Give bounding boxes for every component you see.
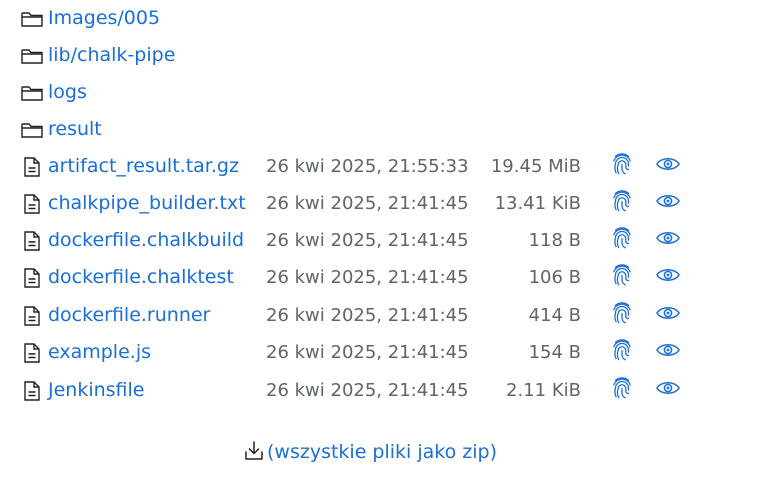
folder-icon bbox=[20, 7, 44, 31]
file-size: 19.45 MiB bbox=[490, 156, 581, 177]
fingerprint-icon[interactable] bbox=[609, 188, 635, 214]
file-date: 26 kwi 2025, 21:41:45 bbox=[266, 305, 469, 326]
file-row: example.js 26 kwi 2025, 21:41:45 154 B bbox=[0, 334, 773, 371]
eye-icon[interactable] bbox=[655, 377, 681, 403]
folder-icon bbox=[20, 118, 44, 142]
file-icon bbox=[20, 155, 44, 179]
file-icon bbox=[20, 341, 44, 365]
fingerprint-icon[interactable] bbox=[609, 225, 635, 251]
file-link[interactable]: dockerfile.runner bbox=[48, 297, 210, 334]
file-date: 26 kwi 2025, 21:41:45 bbox=[266, 342, 469, 363]
file-icon bbox=[20, 266, 44, 290]
eye-icon[interactable] bbox=[655, 339, 681, 365]
eye-icon[interactable] bbox=[655, 264, 681, 290]
file-icon bbox=[20, 229, 44, 253]
file-size: 13.41 KiB bbox=[494, 193, 581, 214]
folder-row[interactable]: result bbox=[0, 111, 773, 148]
file-link[interactable]: dockerfile.chalkbuild bbox=[48, 222, 244, 259]
folder-link[interactable]: logs bbox=[48, 74, 87, 111]
fingerprint-icon[interactable] bbox=[609, 337, 635, 363]
eye-icon[interactable] bbox=[655, 227, 681, 253]
file-row: dockerfile.runner 26 kwi 2025, 21:41:45 … bbox=[0, 297, 773, 334]
eye-icon[interactable] bbox=[655, 153, 681, 179]
eye-icon[interactable] bbox=[655, 190, 681, 216]
folder-link[interactable]: Images/005 bbox=[48, 0, 160, 37]
fingerprint-icon[interactable] bbox=[609, 300, 635, 326]
file-link[interactable]: chalkpipe_builder.txt bbox=[48, 185, 246, 222]
file-link[interactable]: dockerfile.chalktest bbox=[48, 259, 234, 296]
file-date: 26 kwi 2025, 21:41:45 bbox=[266, 267, 469, 288]
file-row: dockerfile.chalkbuild 26 kwi 2025, 21:41… bbox=[0, 222, 773, 259]
file-size: 106 B bbox=[528, 267, 581, 288]
file-size: 118 B bbox=[528, 230, 581, 251]
folder-link[interactable]: lib/chalk-pipe bbox=[48, 37, 175, 74]
file-size: 2.11 KiB bbox=[506, 380, 581, 401]
file-icon bbox=[20, 192, 44, 216]
fingerprint-icon[interactable] bbox=[609, 375, 635, 401]
folder-icon bbox=[20, 81, 44, 105]
file-size: 414 B bbox=[528, 305, 581, 326]
file-row: dockerfile.chalktest 26 kwi 2025, 21:41:… bbox=[0, 259, 773, 296]
file-row: chalkpipe_builder.txt 26 kwi 2025, 21:41… bbox=[0, 185, 773, 222]
file-size: 154 B bbox=[528, 342, 581, 363]
file-row: Jenkinsfile 26 kwi 2025, 21:41:45 2.11 K… bbox=[0, 372, 773, 409]
download-icon bbox=[243, 440, 265, 462]
folder-row[interactable]: logs bbox=[0, 74, 773, 111]
file-icon bbox=[20, 379, 44, 403]
file-icon bbox=[20, 304, 44, 328]
file-link[interactable]: artifact_result.tar.gz bbox=[48, 148, 239, 185]
file-row: artifact_result.tar.gz 26 kwi 2025, 21:5… bbox=[0, 148, 773, 185]
file-date: 26 kwi 2025, 21:41:45 bbox=[266, 380, 469, 401]
eye-icon[interactable] bbox=[655, 302, 681, 328]
fingerprint-icon[interactable] bbox=[609, 151, 635, 177]
file-link[interactable]: example.js bbox=[48, 334, 151, 371]
folder-row[interactable]: lib/chalk-pipe bbox=[0, 37, 773, 74]
folder-icon bbox=[20, 44, 44, 68]
file-date: 26 kwi 2025, 21:41:45 bbox=[266, 193, 469, 214]
file-date: 26 kwi 2025, 21:41:45 bbox=[266, 230, 469, 251]
file-link[interactable]: Jenkinsfile bbox=[48, 372, 145, 409]
folder-link[interactable]: result bbox=[48, 111, 102, 148]
fingerprint-icon[interactable] bbox=[609, 262, 635, 288]
file-date: 26 kwi 2025, 21:55:33 bbox=[266, 156, 469, 177]
folder-row[interactable]: Images/005 bbox=[0, 0, 773, 37]
download-zip-link[interactable]: (wszystkie pliki jako zip) bbox=[267, 437, 497, 467]
